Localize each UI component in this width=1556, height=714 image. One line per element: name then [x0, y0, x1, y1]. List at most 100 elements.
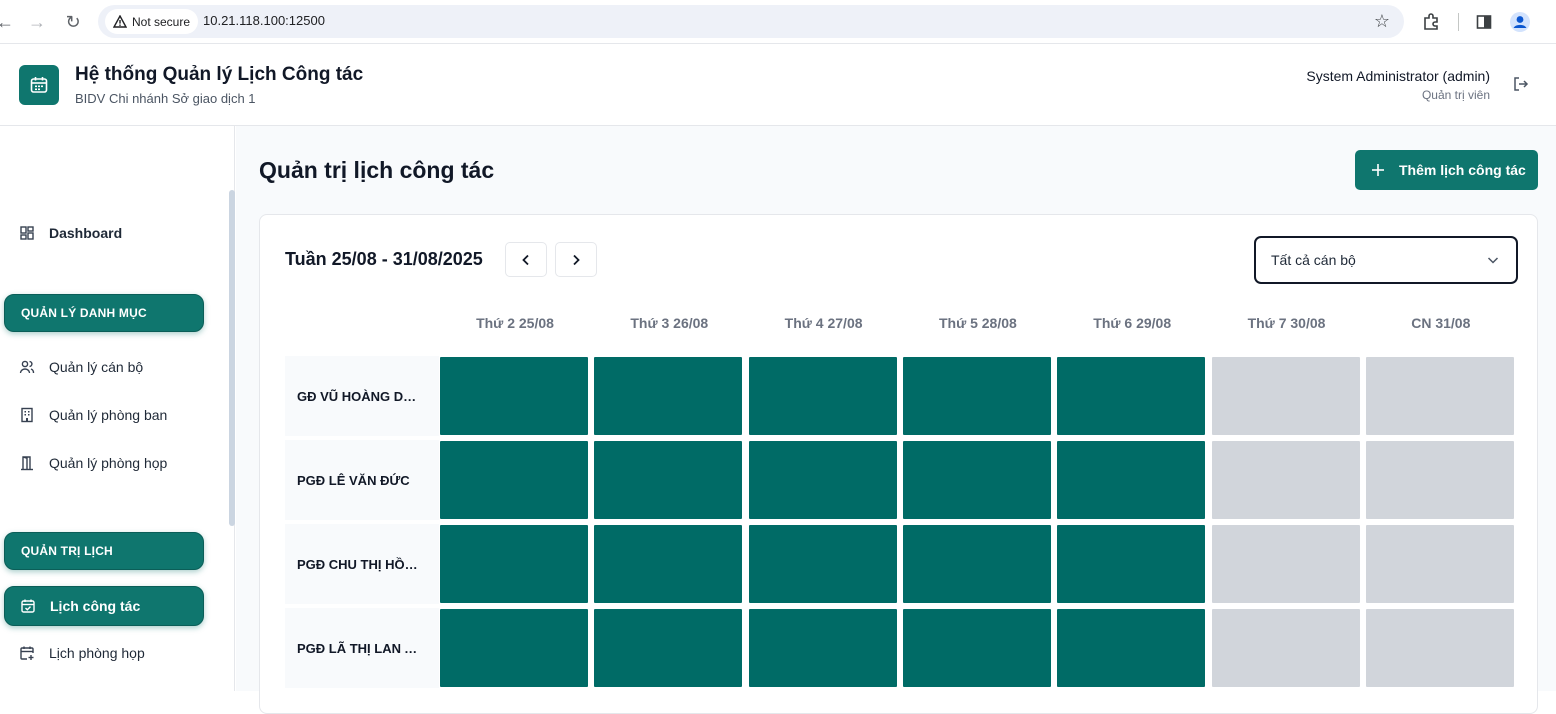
- bookmark-star-icon[interactable]: ☆: [1374, 11, 1390, 32]
- schedule-cell-free[interactable]: [1365, 357, 1514, 435]
- user-name: System Administrator (admin): [1306, 68, 1490, 84]
- staff-name: GĐ VŨ HOÀNG DƯƠNG: [297, 388, 423, 404]
- day-header: Thứ 2 25/08: [476, 315, 554, 331]
- app-header: Hệ thống Quản lý Lịch Công tác BIDV Chi …: [0, 45, 1556, 126]
- profile-avatar-icon[interactable]: [1507, 9, 1533, 35]
- schedule-cell-busy[interactable]: [902, 525, 1051, 603]
- reload-icon[interactable]: ↻: [60, 9, 86, 35]
- staff-name: PGĐ CHU THỊ HỒNG: [297, 556, 423, 572]
- schedule-cell-busy[interactable]: [594, 609, 743, 687]
- schedule-cell-free[interactable]: [1211, 441, 1360, 519]
- url-text: 10.21.118.100:12500: [203, 13, 325, 28]
- schedule-cell-free[interactable]: [1365, 609, 1514, 687]
- sidebar-item-label: Dashboard: [49, 225, 123, 241]
- forward-icon[interactable]: →: [24, 9, 50, 35]
- staff-filter-select[interactable]: Tất cả cán bộ: [1254, 236, 1518, 284]
- schedule-card: Tuần 25/08 - 31/08/2025 Tất cả cán bộ Th…: [259, 214, 1538, 714]
- staff-row-label: PGĐ CHU THỊ HỒNG: [285, 524, 439, 604]
- sidebar-item-label: Lịch công tác: [50, 598, 141, 614]
- day-header: CN 31/08: [1411, 315, 1471, 331]
- staff-row-label: PGĐ LÃ THỊ LAN ANH: [285, 608, 439, 688]
- staff-filter-value: Tất cả cán bộ: [1271, 252, 1356, 268]
- users-icon: [19, 360, 35, 374]
- week-label: Tuần 25/08 - 31/08/2025: [285, 249, 483, 269]
- user-role: Quản trị viên: [1421, 88, 1490, 102]
- sidebar-item-room-schedule[interactable]: Lịch phòng họp: [4, 633, 204, 673]
- sidebar-item-work-schedule[interactable]: Lịch công tác: [4, 586, 204, 626]
- dashboard-grid-icon: [20, 226, 34, 240]
- schedule-cell-busy[interactable]: [748, 525, 897, 603]
- section-schedule[interactable]: QUẢN TRỊ LỊCH: [4, 532, 204, 570]
- schedule-cell-busy[interactable]: [1057, 441, 1206, 519]
- schedule-cell-busy[interactable]: [1057, 525, 1206, 603]
- door-icon: [21, 456, 33, 471]
- browser-toolbar: ← → ↻ Not secure 10.21.118.100:12500 ☆: [0, 0, 1556, 44]
- schedule-cell-busy[interactable]: [594, 525, 743, 603]
- page-title: Quản trị lịch công tác: [259, 157, 495, 183]
- sidebar-item-label: Lịch phòng họp: [49, 645, 145, 661]
- schedule-cell-busy[interactable]: [440, 525, 588, 603]
- calendar-logo-icon: [19, 65, 59, 105]
- chevron-left-icon: [522, 254, 529, 265]
- schedule-cell-free[interactable]: [1365, 525, 1514, 603]
- schedule-cell-busy[interactable]: [902, 357, 1051, 435]
- schedule-cell-busy[interactable]: [748, 609, 897, 687]
- back-icon[interactable]: ←: [0, 9, 18, 35]
- logout-icon[interactable]: [1512, 75, 1532, 95]
- add-schedule-label: Thêm lịch công tác: [1399, 162, 1526, 178]
- schedule-cell-busy[interactable]: [902, 609, 1051, 687]
- schedule-cell-busy[interactable]: [748, 357, 897, 435]
- extensions-icon[interactable]: [1418, 9, 1444, 35]
- main-content: Quản trị lịch công tác Thêm lịch công tá…: [236, 126, 1556, 714]
- section-catalog[interactable]: QUẢN LÝ DANH MỤC: [4, 294, 204, 332]
- chevron-right-icon: [573, 254, 580, 265]
- warning-icon: [113, 15, 127, 28]
- schedule-cell-free[interactable]: [1211, 609, 1360, 687]
- chevron-down-icon: [1487, 257, 1499, 264]
- schedule-cell-free[interactable]: [1211, 357, 1360, 435]
- staff-row-label: PGĐ LÊ VĂN ĐỨC: [285, 440, 439, 520]
- side-panel-icon[interactable]: [1471, 9, 1497, 35]
- prev-week-button[interactable]: [505, 242, 547, 277]
- staff-name: PGĐ LÊ VĂN ĐỨC: [297, 472, 410, 488]
- staff-row-label: GĐ VŨ HOÀNG DƯƠNG: [285, 356, 439, 436]
- schedule-cell-free[interactable]: [1365, 441, 1514, 519]
- schedule-cell-busy[interactable]: [594, 357, 743, 435]
- building-icon: [21, 407, 33, 423]
- app-title: Hệ thống Quản lý Lịch Công tác: [75, 64, 364, 85]
- schedule-cell-busy[interactable]: [1057, 609, 1206, 687]
- day-header: Thứ 5 28/08: [938, 315, 1017, 331]
- day-header: Thứ 4 27/08: [784, 315, 863, 331]
- schedule-cell-free[interactable]: [1211, 525, 1360, 603]
- calendar-plus-icon: [20, 646, 34, 660]
- schedule-cell-busy[interactable]: [748, 441, 897, 519]
- address-bar[interactable]: Not secure 10.21.118.100:12500 ☆: [98, 5, 1404, 38]
- next-week-button[interactable]: [555, 242, 597, 277]
- calendar-check-icon: [21, 599, 35, 613]
- schedule-cell-busy[interactable]: [440, 609, 588, 687]
- add-schedule-button[interactable]: Thêm lịch công tác: [1355, 150, 1538, 190]
- day-header: Thứ 7 30/08: [1247, 315, 1326, 331]
- security-label: Not secure: [132, 14, 191, 29]
- staff-name: PGĐ LÃ THỊ LAN ANH: [297, 640, 423, 656]
- sidebar-item-dashboard[interactable]: Dashboard: [4, 213, 204, 253]
- toolbar-divider: [1458, 13, 1459, 31]
- security-chip[interactable]: Not secure: [105, 9, 199, 34]
- sidebar-item-label: Quản lý phòng họp: [49, 455, 168, 471]
- schedule-cell-busy[interactable]: [594, 441, 743, 519]
- day-header: Thứ 6 29/08: [1093, 315, 1172, 331]
- sidebar: Dashboard QUẢN LÝ DANH MỤC Quản lý cán b…: [0, 126, 235, 691]
- plus-icon: [1372, 164, 1384, 176]
- day-header: Thứ 3 26/08: [630, 315, 709, 331]
- sidebar-item-meeting-rooms[interactable]: Quản lý phòng họp: [4, 443, 204, 483]
- sidebar-item-label: Quản lý phòng ban: [49, 407, 168, 423]
- schedule-cell-busy[interactable]: [1057, 357, 1206, 435]
- sidebar-item-staff[interactable]: Quản lý cán bộ: [4, 347, 204, 387]
- sidebar-item-label: Quản lý cán bộ: [49, 359, 144, 375]
- schedule-cell-busy[interactable]: [902, 441, 1051, 519]
- sidebar-item-departments[interactable]: Quản lý phòng ban: [4, 395, 204, 435]
- app-subtitle: BIDV Chi nhánh Sở giao dịch 1: [75, 91, 256, 106]
- schedule-cell-busy[interactable]: [440, 441, 588, 519]
- sidebar-scrollbar[interactable]: [229, 190, 235, 526]
- schedule-cell-busy[interactable]: [440, 357, 588, 435]
